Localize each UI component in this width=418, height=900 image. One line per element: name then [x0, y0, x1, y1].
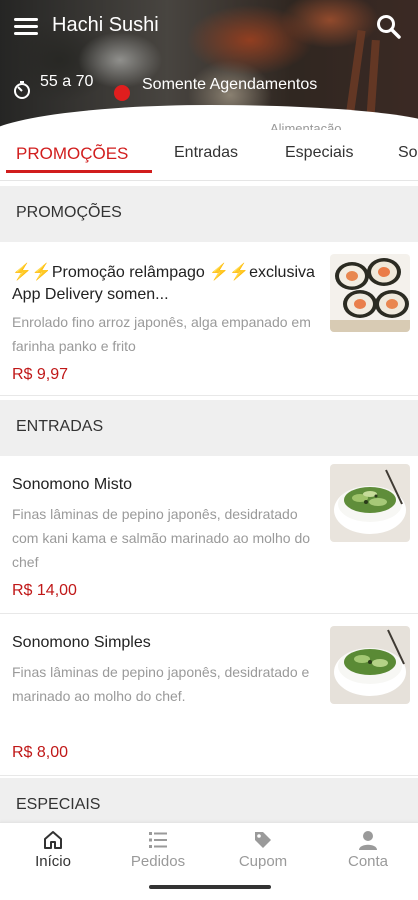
- salad-image: [330, 626, 410, 704]
- nav-label: Cupom: [238, 853, 288, 870]
- nav-cupom[interactable]: Cupom: [223, 823, 303, 877]
- salad-image: [330, 464, 410, 542]
- active-tab-indicator: [6, 170, 152, 173]
- item-description: Finas lâminas de pepino japonês, desidra…: [12, 664, 310, 704]
- section-header-entradas: ENTRADAS: [0, 400, 418, 456]
- section-title: ENTRADAS: [16, 418, 104, 435]
- item-title: Sonomono Simples: [12, 634, 151, 651]
- nav-label: Início: [35, 853, 71, 870]
- list-icon: [149, 832, 167, 848]
- tab-promocoes[interactable]: PROMOÇÕES: [16, 144, 128, 164]
- search-icon[interactable]: [376, 14, 402, 40]
- tab-entradas[interactable]: Entradas: [174, 144, 238, 162]
- schedule-status: Somente Agendamentos: [142, 76, 318, 93]
- section-header-promocoes: PROMOÇÕES: [0, 186, 418, 242]
- hamburger-menu-icon[interactable]: [14, 18, 38, 36]
- home-indicator[interactable]: [149, 885, 271, 889]
- timer-icon: [12, 80, 32, 100]
- tag-icon: [255, 832, 271, 848]
- menu-item[interactable]: Sonomono Misto Finas lâminas de pepino j…: [0, 456, 418, 614]
- section-title: ESPECIAIS: [16, 796, 101, 813]
- menu-item[interactable]: Sonomono Simples Finas lâminas de pepino…: [0, 614, 418, 776]
- category-tag: Alimentação: [270, 121, 342, 130]
- bottom-navigation: Início Pedidos Cupom Conta: [0, 822, 418, 876]
- tab-especiais[interactable]: Especiais: [285, 144, 353, 162]
- nav-conta[interactable]: Conta: [328, 823, 408, 877]
- nav-label: Conta: [347, 853, 389, 870]
- header-wave: [0, 105, 418, 130]
- tab-more[interactable]: So: [398, 144, 418, 162]
- item-price: R$ 14,00: [12, 582, 77, 599]
- category-tabs: PROMOÇÕES Entradas Especiais So: [0, 134, 418, 180]
- user-icon: [359, 831, 377, 850]
- sushi-roll-image: [330, 254, 410, 332]
- home-icon: [44, 831, 62, 849]
- item-description: Finas lâminas de pepino japonês, desidra…: [12, 506, 311, 570]
- nav-inicio[interactable]: Início: [13, 823, 93, 877]
- nav-label: Pedidos: [130, 853, 186, 870]
- store-header: Hachi Sushi 55 a 70 Somente Agendamentos…: [0, 0, 418, 130]
- item-title: Sonomono Misto: [12, 476, 133, 493]
- item-price: R$ 8,00: [12, 744, 69, 761]
- store-title: Hachi Sushi: [52, 14, 159, 36]
- divider: [0, 180, 418, 181]
- menu-item[interactable]: ⚡⚡Promoção relâmpago ⚡⚡exclusiva App Del…: [0, 242, 418, 396]
- item-title: ⚡⚡Promoção relâmpago ⚡⚡exclusiva App Del…: [12, 264, 315, 303]
- item-description: Enrolado fino arroz japonês, alga empana…: [12, 314, 311, 354]
- section-title: PROMOÇÕES: [16, 204, 122, 221]
- item-price: R$ 9,97: [12, 366, 69, 383]
- status-dot: [114, 85, 130, 101]
- nav-pedidos[interactable]: Pedidos: [118, 823, 198, 877]
- delivery-time: 55 a 70: [40, 73, 94, 90]
